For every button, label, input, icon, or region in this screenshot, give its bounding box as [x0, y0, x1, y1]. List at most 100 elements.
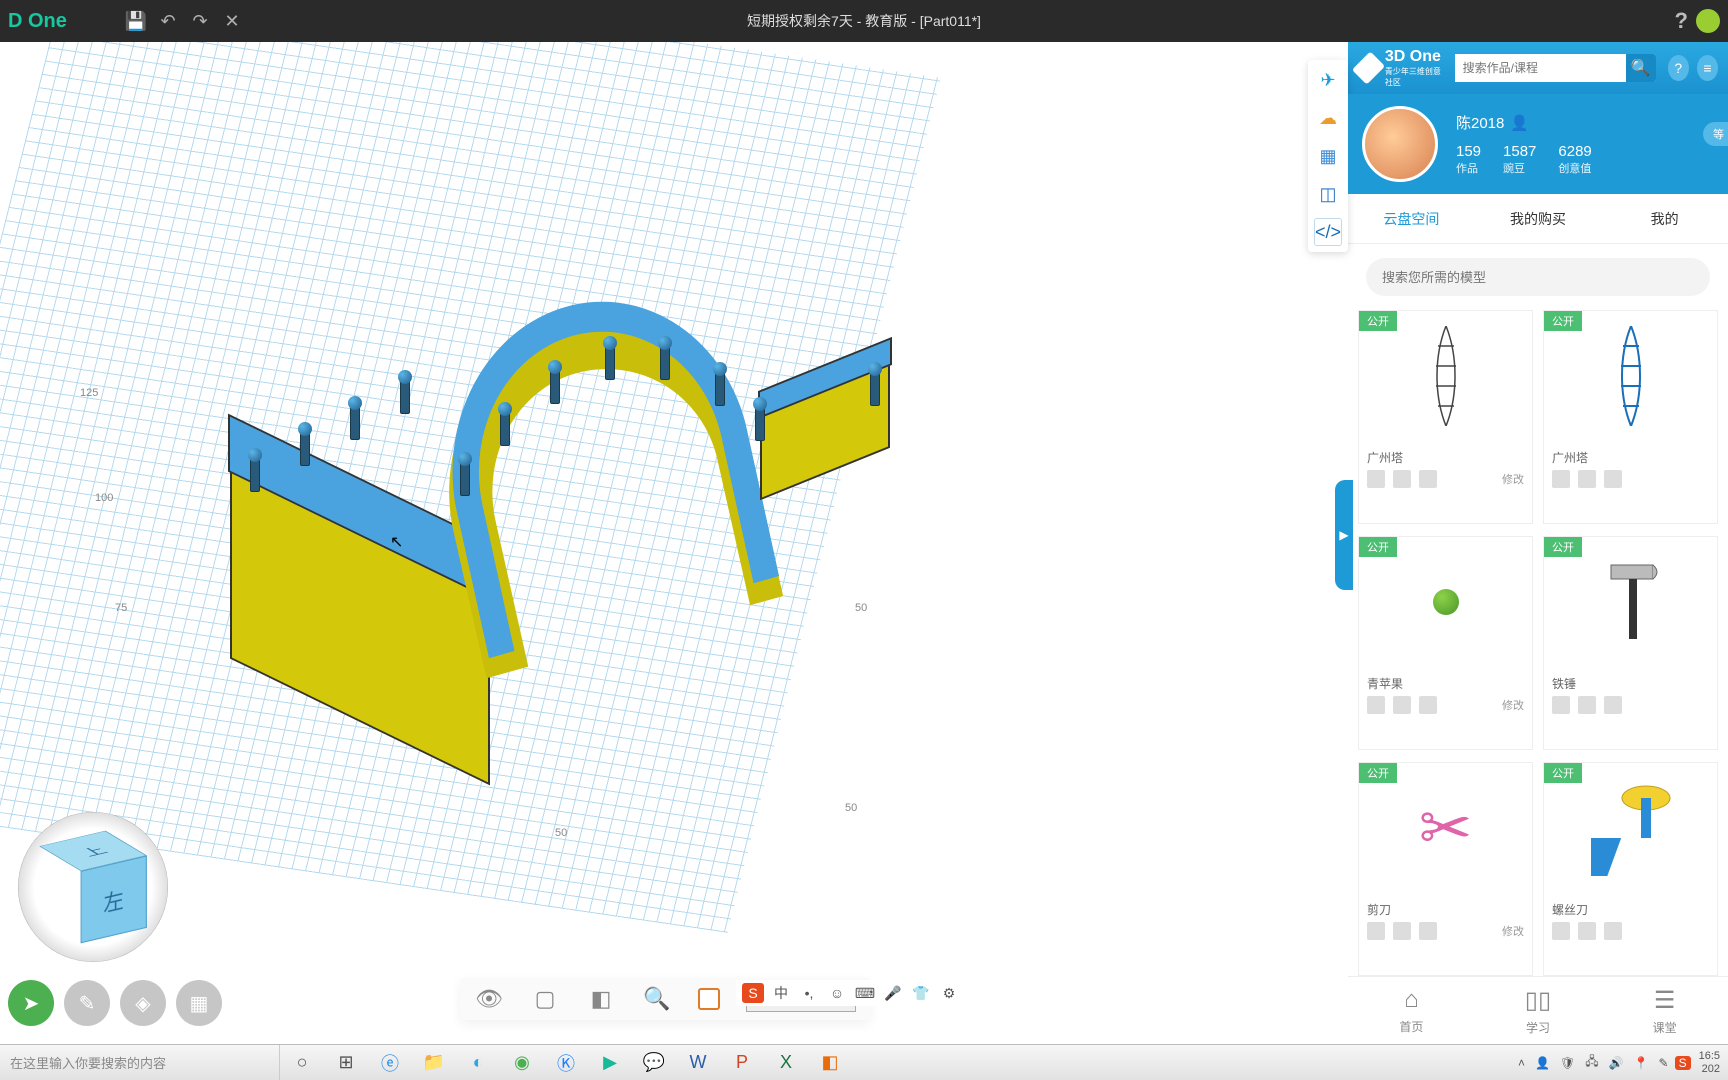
- redo-icon[interactable]: ↷: [184, 5, 216, 37]
- panel-search-input[interactable]: [1455, 54, 1626, 82]
- model-card[interactable]: 公开 青苹果 修改: [1358, 536, 1533, 750]
- folder-icon[interactable]: [1604, 696, 1622, 714]
- zoom-icon[interactable]: 🔍: [642, 984, 672, 1014]
- tab-cloud-space[interactable]: 云盘空间: [1348, 195, 1475, 243]
- code-icon[interactable]: </>: [1314, 218, 1342, 246]
- group-tool-button[interactable]: ▦: [176, 980, 222, 1026]
- cortana-icon[interactable]: ○: [280, 1045, 324, 1080]
- canvas-viewport[interactable]: 125 100 75 50 50 50 ↖: [0, 42, 1348, 1044]
- help-icon[interactable]: ?: [1675, 8, 1688, 34]
- search-icon[interactable]: 🔍: [1626, 54, 1656, 82]
- model-card[interactable]: 公开 ✂ 剪刀 修改: [1358, 762, 1533, 976]
- wechat-icon[interactable]: 💬: [632, 1045, 676, 1080]
- powerpoint-icon[interactable]: P: [720, 1045, 764, 1080]
- view-cube[interactable]: 上 左: [18, 812, 168, 962]
- model-search[interactable]: [1366, 258, 1710, 296]
- nav-home[interactable]: ⌂首页: [1348, 977, 1475, 1044]
- edit-link[interactable]: 修改: [1502, 697, 1524, 713]
- tag-tool-button[interactable]: ◈: [120, 980, 166, 1026]
- send-icon[interactable]: ✈: [1314, 66, 1342, 94]
- status-emoji-icon[interactable]: ☺: [826, 983, 848, 1003]
- cube-shaded-icon[interactable]: ◧: [586, 984, 616, 1014]
- excel-icon[interactable]: X: [764, 1045, 808, 1080]
- like-icon[interactable]: [1552, 922, 1570, 940]
- tray-pen-icon[interactable]: ✎: [1655, 1056, 1673, 1070]
- cube-wireframe-icon[interactable]: ▢: [530, 984, 560, 1014]
- status-lang-icon[interactable]: 中: [770, 983, 792, 1003]
- color-picker-icon[interactable]: [698, 988, 720, 1010]
- close-icon[interactable]: ✕: [216, 5, 248, 37]
- avatar[interactable]: [1362, 106, 1438, 182]
- edge-icon[interactable]: ⓔ: [368, 1045, 412, 1080]
- status-keyboard-icon[interactable]: ⌨: [854, 983, 876, 1003]
- nav-class[interactable]: ☰课堂: [1601, 977, 1728, 1044]
- like-icon[interactable]: [1552, 470, 1570, 488]
- model-card[interactable]: 公开 铁锤: [1543, 536, 1718, 750]
- app-green-icon[interactable]: ◉: [500, 1045, 544, 1080]
- word-icon[interactable]: W: [676, 1045, 720, 1080]
- status-s-icon[interactable]: S: [742, 983, 764, 1003]
- folder-icon[interactable]: [1604, 922, 1622, 940]
- browser-icon[interactable]: ◐: [456, 1045, 500, 1080]
- select-tool-button[interactable]: ➤: [8, 980, 54, 1026]
- nav-learn[interactable]: ▯▯学习: [1475, 977, 1602, 1044]
- download-icon[interactable]: [1393, 470, 1411, 488]
- visibility-icon[interactable]: 👁: [474, 984, 504, 1014]
- like-icon[interactable]: [1367, 696, 1385, 714]
- status-skin-icon[interactable]: 👕: [910, 983, 932, 1003]
- status-mic-icon[interactable]: 🎤: [882, 983, 904, 1003]
- explorer-icon[interactable]: 📁: [412, 1045, 456, 1080]
- taskview-icon[interactable]: ⊞: [324, 1045, 368, 1080]
- download-icon[interactable]: [1393, 922, 1411, 940]
- folder-icon[interactable]: [1419, 696, 1437, 714]
- like-icon[interactable]: [1552, 696, 1570, 714]
- like-icon[interactable]: [1367, 470, 1385, 488]
- minimize-button[interactable]: [1696, 9, 1720, 33]
- status-punct-icon[interactable]: •,: [798, 983, 820, 1003]
- folder-icon[interactable]: [1604, 470, 1622, 488]
- edit-link[interactable]: 修改: [1502, 923, 1524, 939]
- tray-chevron-icon[interactable]: ˄: [1514, 1056, 1529, 1070]
- download-icon[interactable]: [1578, 696, 1596, 714]
- tray-location-icon[interactable]: 📍: [1630, 1056, 1653, 1070]
- tray-people-icon[interactable]: 👤: [1531, 1056, 1554, 1070]
- model-card[interactable]: 公开 广州塔: [1543, 310, 1718, 524]
- app-orange-icon[interactable]: ◧: [808, 1045, 852, 1080]
- folder-icon[interactable]: [1419, 922, 1437, 940]
- folder-icon[interactable]: [1419, 470, 1437, 488]
- level-badge[interactable]: 等: [1703, 122, 1728, 146]
- panel-search[interactable]: 🔍: [1455, 54, 1656, 82]
- app-teal-icon[interactable]: ▶: [588, 1045, 632, 1080]
- status-settings-icon[interactable]: ⚙: [938, 983, 960, 1003]
- panel-collapse-handle[interactable]: ▶: [1335, 480, 1353, 590]
- tower-icon: [1426, 326, 1466, 426]
- tray-shield-icon[interactable]: 🛡: [1556, 1056, 1579, 1070]
- tab-mine[interactable]: 我的: [1601, 195, 1728, 243]
- help-round-icon[interactable]: ?: [1668, 55, 1689, 81]
- cloud-icon[interactable]: ☁: [1314, 104, 1342, 132]
- model-arch-bridge[interactable]: [230, 322, 850, 792]
- edit-link[interactable]: 修改: [1502, 471, 1524, 487]
- kugou-icon[interactable]: Ⓚ: [544, 1045, 588, 1080]
- like-icon[interactable]: [1367, 922, 1385, 940]
- tray-volume-icon[interactable]: 🔊: [1605, 1056, 1628, 1070]
- download-icon[interactable]: [1578, 470, 1596, 488]
- download-icon[interactable]: [1578, 922, 1596, 940]
- save-icon[interactable]: 💾: [120, 5, 152, 37]
- edit-tool-button[interactable]: ✎: [64, 980, 110, 1026]
- model-card[interactable]: 公开 螺丝刀: [1543, 762, 1718, 976]
- tray-clock[interactable]: 16:5 202: [1693, 1050, 1720, 1074]
- viewcube-front-face[interactable]: 左: [81, 855, 147, 943]
- tab-my-purchase[interactable]: 我的购买: [1475, 195, 1602, 243]
- download-icon[interactable]: [1393, 696, 1411, 714]
- layer-icon[interactable]: ◫: [1314, 180, 1342, 208]
- tray-network-icon[interactable]: 🖧: [1581, 1052, 1602, 1073]
- blocks-icon[interactable]: ▦: [1314, 142, 1342, 170]
- menu-round-icon[interactable]: ≡: [1697, 55, 1718, 81]
- panel-brand[interactable]: 3D One 青少年三维创意社区: [1358, 48, 1443, 88]
- tray-sogou-icon[interactable]: S: [1675, 1056, 1691, 1070]
- undo-icon[interactable]: ↶: [152, 5, 184, 37]
- model-card[interactable]: 公开 广州塔 修改: [1358, 310, 1533, 524]
- taskbar-search[interactable]: 在这里输入你要搜索的内容: [0, 1045, 280, 1080]
- model-search-input[interactable]: [1382, 270, 1694, 285]
